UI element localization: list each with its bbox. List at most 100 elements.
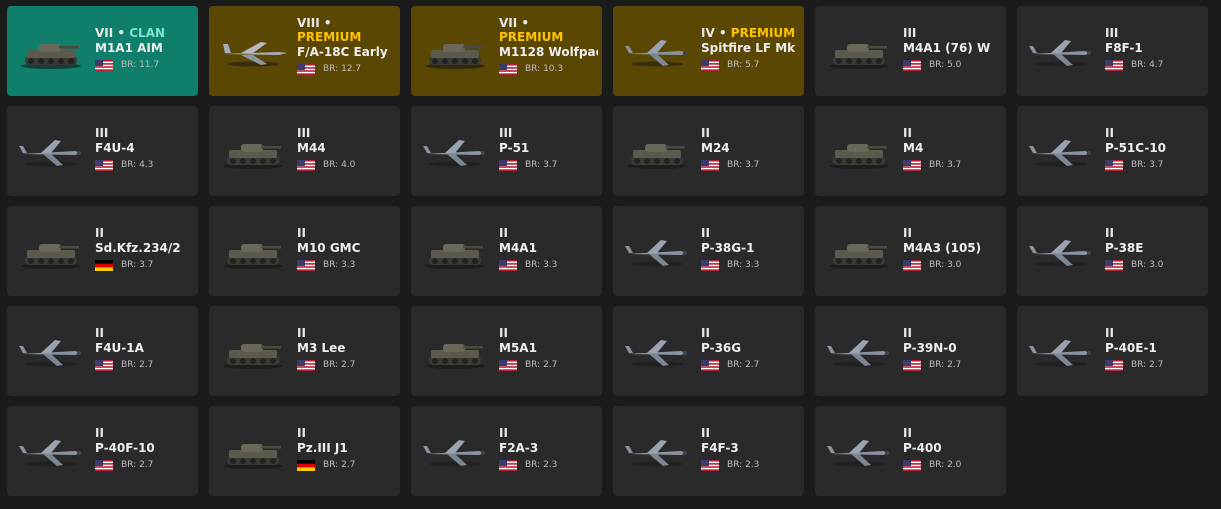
vehicle-card[interactable]: II P-400 BR: 2.0 bbox=[815, 406, 1006, 496]
br-prefix: BR: bbox=[121, 460, 137, 470]
vehicle-card[interactable]: II M5A1 BR: 2.7 bbox=[411, 306, 602, 396]
battle-rating-row: BR: 2.7 bbox=[297, 457, 396, 473]
battle-rating: BR: 2.3 bbox=[727, 460, 759, 470]
usa-flag-icon bbox=[95, 359, 113, 371]
rank-separator: • bbox=[319, 16, 332, 30]
vehicle-card[interactable]: II M3 Lee BR: 2.7 bbox=[209, 306, 400, 396]
rank-numeral: VIII bbox=[297, 16, 320, 30]
plane-thumbnail-icon bbox=[621, 336, 693, 370]
vehicle-name: P-38G-1 bbox=[701, 241, 755, 255]
vehicle-name: M4 bbox=[903, 141, 924, 155]
rank-numeral: III bbox=[903, 26, 917, 40]
vehicle-card[interactable]: III M44 BR: 4.0 bbox=[209, 106, 400, 196]
vehicle-name: F4U-4 bbox=[95, 141, 135, 155]
vehicle-name: M10 GMC bbox=[297, 241, 361, 255]
rank-numeral: III bbox=[499, 126, 513, 140]
rank-numeral: II bbox=[499, 426, 508, 440]
vehicle-name: P-40E-1 bbox=[1105, 341, 1157, 355]
br-value: 2.7 bbox=[341, 360, 356, 370]
vehicle-name: P-36G bbox=[701, 341, 742, 355]
vehicle-rank: II bbox=[701, 326, 800, 340]
rank-numeral: II bbox=[95, 426, 104, 440]
vehicle-card[interactable]: II P-38G-1 BR: 3.3 bbox=[613, 206, 804, 296]
br-prefix: BR: bbox=[727, 360, 743, 370]
battle-rating-row: BR: 10.3 bbox=[499, 61, 598, 77]
rank-numeral: II bbox=[95, 326, 104, 340]
vehicle-rank: II bbox=[297, 326, 396, 340]
usa-flag-icon bbox=[701, 59, 719, 71]
plane-thumbnail-icon bbox=[419, 436, 491, 470]
rank-numeral: II bbox=[701, 426, 710, 440]
battle-rating: BR: 2.7 bbox=[525, 360, 557, 370]
battle-rating: BR: 3.0 bbox=[1131, 260, 1163, 270]
br-value: 2.7 bbox=[139, 360, 154, 370]
vehicle-card[interactable]: II F4F-3 BR: 2.3 bbox=[613, 406, 804, 496]
br-prefix: BR: bbox=[323, 64, 339, 74]
vehicle-rank: II bbox=[95, 326, 194, 340]
vehicle-card[interactable]: II M4 BR: 3.7 bbox=[815, 106, 1006, 196]
br-value: 3.0 bbox=[947, 260, 962, 270]
vehicle-card[interactable]: III P-51 BR: 3.7 bbox=[411, 106, 602, 196]
battle-rating: BR: 2.7 bbox=[323, 460, 355, 470]
battle-rating-row: BR: 3.3 bbox=[701, 257, 800, 273]
vehicle-info: III F4U-4 BR: 4.3 bbox=[95, 126, 194, 173]
battle-rating: BR: 4.3 bbox=[121, 160, 153, 170]
br-prefix: BR: bbox=[323, 360, 339, 370]
tank-thumbnail-icon bbox=[823, 236, 895, 270]
vehicle-card[interactable]: II Pz.III J1 BR: 2.7 bbox=[209, 406, 400, 496]
vehicle-card[interactable]: II M4A1 BR: 3.3 bbox=[411, 206, 602, 296]
plane-thumbnail-icon bbox=[15, 436, 87, 470]
vehicle-card[interactable]: II Sd.Kfz.234/2 BR: 3.7 bbox=[7, 206, 198, 296]
vehicle-tag: PREMIUM bbox=[297, 30, 362, 44]
vehicle-card[interactable]: II M4A3 (105) BR: 3.0 bbox=[815, 206, 1006, 296]
br-value: 3.7 bbox=[745, 160, 760, 170]
battle-rating: BR: 2.3 bbox=[525, 460, 557, 470]
vehicle-card[interactable]: II F2A-3 BR: 2.3 bbox=[411, 406, 602, 496]
vehicle-card[interactable]: VIII • PREMIUM F/A-18C Early BR: 12.7 bbox=[209, 6, 400, 96]
vehicle-card[interactable]: II P-51C-10 BR: 3.7 bbox=[1017, 106, 1208, 196]
br-value: 2.7 bbox=[947, 360, 962, 370]
usa-flag-icon bbox=[499, 359, 517, 371]
battle-rating: BR: 4.0 bbox=[323, 160, 355, 170]
battle-rating: BR: 3.7 bbox=[525, 160, 557, 170]
vehicle-card[interactable]: II M10 GMC BR: 3.3 bbox=[209, 206, 400, 296]
vehicle-card[interactable]: III F4U-4 BR: 4.3 bbox=[7, 106, 198, 196]
vehicle-card[interactable]: III M4A1 (76) W BR: 5.0 bbox=[815, 6, 1006, 96]
battle-rating: BR: 4.7 bbox=[1131, 60, 1163, 70]
br-prefix: BR: bbox=[929, 60, 945, 70]
battle-rating-row: BR: 2.7 bbox=[701, 357, 800, 373]
vehicle-card[interactable]: VII • PREMIUMM1128 Wolfpack BR: 10.3 bbox=[411, 6, 602, 96]
br-prefix: BR: bbox=[727, 60, 743, 70]
br-prefix: BR: bbox=[121, 360, 137, 370]
vehicle-name: M4A1 bbox=[499, 241, 537, 255]
br-prefix: BR: bbox=[525, 360, 541, 370]
br-prefix: BR: bbox=[1131, 260, 1147, 270]
battle-rating: BR: 3.7 bbox=[121, 260, 153, 270]
usa-flag-icon bbox=[701, 359, 719, 371]
vehicle-card[interactable]: II P-36G BR: 2.7 bbox=[613, 306, 804, 396]
vehicle-card[interactable]: II P-40F-10 BR: 2.7 bbox=[7, 406, 198, 496]
vehicle-card[interactable]: II P-38E BR: 3.0 bbox=[1017, 206, 1208, 296]
rank-separator: • bbox=[517, 16, 530, 30]
plane-thumbnail-icon bbox=[419, 136, 491, 170]
battle-rating: BR: 11.7 bbox=[121, 60, 159, 70]
battle-rating-row: BR: 2.7 bbox=[95, 457, 194, 473]
vehicle-card[interactable]: IV • PREMIUMSpitfire LF Mk IX BR: 5.7 bbox=[613, 6, 804, 96]
vehicle-card[interactable]: VII • CLAN M1A1 AIM BR: 11.7 bbox=[7, 6, 198, 96]
rank-numeral: II bbox=[903, 226, 912, 240]
vehicle-card[interactable]: II P-40E-1 BR: 2.7 bbox=[1017, 306, 1208, 396]
vehicle-card[interactable]: II P-39N-0 BR: 2.7 bbox=[815, 306, 1006, 396]
vehicle-card[interactable]: II F4U-1A BR: 2.7 bbox=[7, 306, 198, 396]
vehicle-rank: II bbox=[499, 426, 598, 440]
br-value: 4.3 bbox=[139, 160, 154, 170]
plane-thumbnail-icon bbox=[823, 436, 895, 470]
br-prefix: BR: bbox=[929, 460, 945, 470]
plane-thumbnail-icon bbox=[15, 336, 87, 370]
battle-rating-row: BR: 2.7 bbox=[95, 357, 194, 373]
vehicle-card[interactable]: III F8F-1 BR: 4.7 bbox=[1017, 6, 1208, 96]
vehicle-name: M1A1 AIM bbox=[95, 41, 163, 55]
rank-numeral: VII bbox=[95, 26, 114, 40]
br-value: 2.7 bbox=[745, 360, 760, 370]
vehicle-card[interactable]: II M24 BR: 3.7 bbox=[613, 106, 804, 196]
plane-thumbnail-icon bbox=[621, 236, 693, 270]
